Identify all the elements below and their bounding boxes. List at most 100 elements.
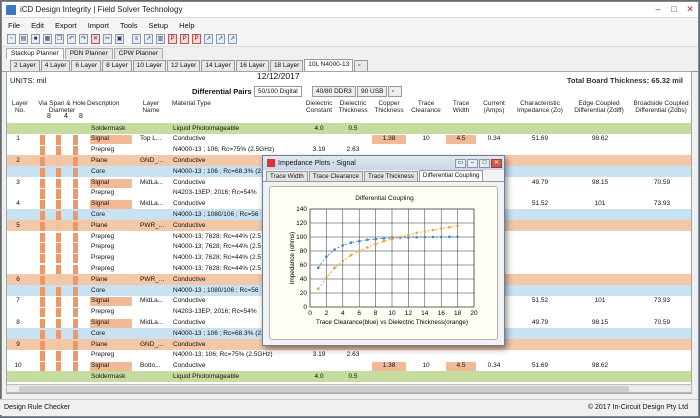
print-icon[interactable]: ▦	[43, 34, 52, 44]
copy-icon[interactable]: ❐	[55, 34, 64, 44]
cell-edge-coupled[interactable]: 98.15	[572, 179, 628, 186]
pdf-icon[interactable]: P	[180, 34, 189, 44]
tab-trace-thickness[interactable]: Trace Thickness	[364, 171, 418, 181]
cell-description[interactable]: Prepreg	[91, 189, 137, 196]
tab-pdn-planner[interactable]: PDN Planner	[64, 48, 113, 59]
cell-layer-no[interactable]: 10	[11, 362, 25, 369]
cell-layer-no[interactable]: 4	[11, 200, 25, 207]
cell-broadside[interactable]: 73.93	[634, 297, 690, 304]
cell-layer-name[interactable]: Botto...	[140, 362, 170, 369]
cell-layer-no[interactable]: 5	[11, 222, 25, 229]
horizontal-scrollbar[interactable]	[6, 384, 692, 393]
menu-tools[interactable]: Tools	[120, 21, 138, 30]
cell-description[interactable]: Prepreg	[91, 351, 137, 358]
dialog-restore-button[interactable]: ▭	[455, 158, 466, 168]
cell-description[interactable]: Plane	[91, 157, 137, 164]
cell-layer-name[interactable]: GND_...	[140, 157, 170, 164]
cell-dielectric-constant[interactable]: 4.0	[303, 125, 335, 132]
cell-trace-width[interactable]: 4.5	[447, 362, 475, 369]
cell-description[interactable]: Soldermask	[91, 125, 137, 132]
tab-6-layer[interactable]: 6 Layer	[71, 60, 102, 71]
tab-90-usb[interactable]: 90 USB	[357, 86, 388, 97]
cell-layer-name[interactable]: MidLa...	[140, 200, 170, 207]
open-icon[interactable]: ▤	[19, 34, 28, 44]
tab-40-80-ddr3[interactable]: 40/80 DDR3	[312, 86, 356, 97]
cell-broadside[interactable]: 70.59	[634, 179, 690, 186]
cell-description[interactable]: Prepreg	[91, 146, 137, 153]
dialog-maximize-button[interactable]: □	[479, 158, 490, 168]
tab-10-layer[interactable]: 10 Layer	[132, 60, 167, 71]
chart-icon[interactable]: ↗	[228, 34, 237, 44]
cell-material[interactable]: N4000-13 ; 106; Rc=75% (2.5GHz)	[173, 146, 298, 153]
tab-50-100-digital[interactable]: 50/100 Digital	[254, 86, 302, 97]
dialog-minimize-button[interactable]: –	[467, 158, 478, 168]
cell-char-impedance[interactable]: 51.69	[514, 135, 566, 142]
cell-description[interactable]: Signal	[91, 362, 137, 369]
cell-char-impedance[interactable]: 49.79	[514, 319, 566, 326]
cell-trace-width[interactable]: 4.5	[447, 135, 475, 142]
tab-14-layer[interactable]: 14 Layer	[201, 60, 235, 71]
cell-description[interactable]: Core	[91, 287, 137, 294]
cell-copper-thickness[interactable]: 1.38	[373, 135, 405, 142]
cell-layer-name[interactable]: PWR_...	[140, 222, 170, 229]
add-tab-icon[interactable]: ▫	[354, 60, 369, 71]
table-row[interactable]: Prepreg N4000-13 ; 106; Rc=75% (2.5GHz) 3.…	[7, 144, 691, 157]
tab-10l-n4000-13[interactable]: 10L N4000-13	[304, 59, 354, 71]
cell-description[interactable]: Prepreg	[91, 243, 137, 250]
paste-icon[interactable]: ▣	[115, 34, 124, 44]
cell-layer-name[interactable]: Top L...	[140, 135, 170, 142]
cell-broadside[interactable]: 73.93	[634, 200, 690, 207]
maximize-button[interactable]: □	[666, 4, 682, 16]
cell-description[interactable]: Core	[91, 211, 137, 218]
tab-16-layer[interactable]: 16 Layer	[235, 60, 269, 71]
cell-description[interactable]: Soldermask	[91, 373, 137, 380]
cell-layer-name[interactable]: GND_...	[140, 341, 170, 348]
table-row[interactable]: Soldermask Liquid Photoimageable 4.0 0.5	[7, 123, 691, 134]
cell-description[interactable]: Signal	[91, 297, 137, 304]
menu-export[interactable]: Export	[55, 21, 77, 30]
cell-current[interactable]: 0.34	[479, 362, 509, 369]
chart-icon[interactable]: ↗	[204, 34, 213, 44]
cell-layer-no[interactable]: 7	[11, 297, 25, 304]
cell-trace-clearance[interactable]: 10	[410, 135, 442, 142]
cell-edge-coupled[interactable]: 101	[572, 200, 628, 207]
cell-trace-clearance[interactable]: 10	[410, 362, 442, 369]
close-button[interactable]: ✕	[682, 4, 698, 16]
cell-dielectric-thickness[interactable]: 2.63	[337, 351, 369, 358]
cell-layer-no[interactable]: 9	[11, 341, 25, 348]
delete-icon[interactable]: ✕	[91, 34, 100, 44]
cell-layer-no[interactable]: 1	[11, 135, 25, 142]
cell-description[interactable]: Prepreg	[91, 308, 137, 315]
cell-layer-name[interactable]: MidLa...	[140, 319, 170, 326]
add-pair-icon[interactable]: ▫	[388, 86, 402, 97]
cell-layer-no[interactable]: 8	[11, 319, 25, 326]
new-icon[interactable]: ▫	[7, 34, 16, 44]
cell-dielectric-thickness[interactable]: 2.63	[337, 146, 369, 153]
cell-description[interactable]: Core	[91, 168, 137, 175]
cell-layer-no[interactable]: 6	[11, 276, 25, 283]
minimize-button[interactable]: –	[650, 4, 666, 16]
cell-description[interactable]: Signal	[91, 179, 137, 186]
tab-trace-clearance[interactable]: Trace Clearance	[308, 171, 364, 181]
menu-file[interactable]: File	[8, 21, 20, 30]
cell-description[interactable]: Core	[91, 330, 137, 337]
chart-icon[interactable]: ↗	[144, 34, 153, 44]
dialog-close-button[interactable]: ✕	[491, 158, 502, 168]
cut-icon[interactable]: ✂	[103, 34, 112, 44]
cell-edge-coupled[interactable]: 98.62	[572, 362, 628, 369]
tab-18-layer[interactable]: 18 Layer	[269, 60, 304, 71]
cell-material[interactable]: Conductive	[173, 362, 298, 369]
tab-cpw-planner[interactable]: CPW Planner	[113, 48, 164, 59]
cell-description[interactable]: Prepreg	[91, 233, 137, 240]
undo-icon[interactable]: ↶	[67, 34, 76, 44]
cell-material[interactable]: N4000-13; 106; Rc=75% (2.5GHz)	[173, 351, 298, 358]
cell-copper-thickness[interactable]: 1.38	[373, 362, 405, 369]
table-row[interactable]: 1 Signal Top L... Conductive 1.38 10 4.5 0.34 51…	[7, 133, 691, 146]
tab-12-layer[interactable]: 12 Layer	[167, 60, 201, 71]
cell-description[interactable]: Plane	[91, 222, 137, 229]
cell-material[interactable]: Liquid Photoimageable	[173, 373, 298, 380]
cell-layer-no[interactable]: 2	[11, 157, 25, 164]
tab-differential-coupling[interactable]: Differential Coupling	[418, 170, 484, 181]
cell-layer-name[interactable]: MidLa...	[140, 179, 170, 186]
cell-dielectric-constant[interactable]: 3.19	[303, 351, 335, 358]
